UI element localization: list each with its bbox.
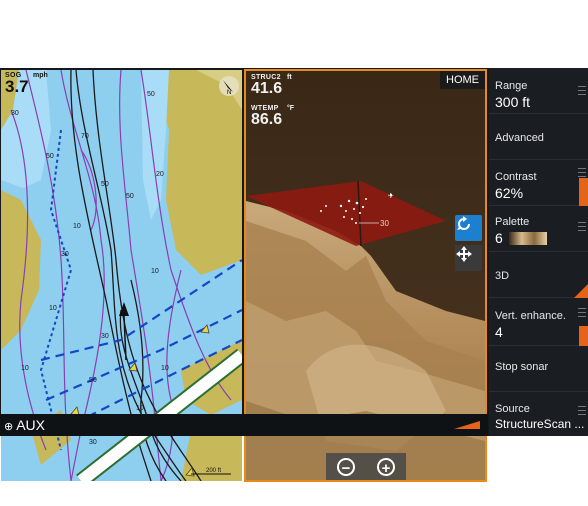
svg-text:N: N (227, 90, 231, 96)
contrast-value: 62% (495, 185, 524, 201)
depth-sounding: 10 (73, 223, 81, 230)
depth-sounding: 50 (126, 193, 134, 200)
aux-source[interactable]: ⊕ AUX (4, 417, 45, 433)
palette-title: Palette (495, 216, 530, 228)
scale-label: 200 ft (206, 468, 221, 474)
slider-grip-icon (578, 308, 586, 317)
north-arrow-icon: N (219, 76, 239, 96)
depth-sounding: 10 (21, 365, 29, 372)
water-temp-value: 86.6 (251, 111, 283, 128)
device-screen: N 50 30 70 50 20 50 50 10 30 10 10 30 50 10 10 30 10 200… (0, 68, 588, 482)
pan-view-button[interactable] (455, 245, 482, 271)
move-arrows-icon (456, 246, 472, 262)
menu-item-source[interactable]: Source StructureScan ... (489, 392, 588, 436)
depth-sounding: 10 (136, 405, 144, 412)
menu-item-palette[interactable]: Palette 6 (489, 206, 588, 252)
range-title: Range (495, 80, 528, 92)
depth-sounding: 30 (61, 251, 69, 258)
sonar-menu: Range 300 ft Advanced Contrast 62% Palet… (489, 68, 588, 436)
zoom-controls: − + (326, 453, 406, 480)
menu-item-range[interactable]: Range 300 ft (489, 68, 588, 114)
vert-enhance-indicator (579, 326, 588, 346)
depth-sounding: 50 (101, 181, 109, 188)
sog-readout: SOG mph 3.7 (5, 72, 48, 96)
depth-sounding: 10 (49, 305, 57, 312)
depth-sounding: 50 (89, 377, 97, 384)
depth-readout: STRUC2 ft 41.6 (251, 74, 292, 97)
depth-sounding: 30 (89, 439, 97, 446)
input-source-icon: ⊕ (4, 421, 14, 433)
depth-sounding: 30 (101, 333, 109, 340)
menu-item-vert-enhance[interactable]: Vert. enhance. 4 (489, 298, 588, 346)
stop-sonar-label: Stop sonar (495, 361, 549, 373)
depth-sounding: 10 (151, 268, 159, 275)
volume-level-icon (454, 421, 480, 429)
rotate-view-button[interactable] (455, 215, 482, 241)
depth-unit: ft (287, 74, 292, 81)
fish-depth-label: 30 (380, 219, 389, 228)
slider-grip-icon (578, 222, 586, 231)
depth-sounding: 10 (161, 365, 169, 372)
menu-item-contrast[interactable]: Contrast 62% (489, 160, 588, 206)
3d-label: 3D (495, 270, 510, 282)
home-button[interactable]: HOME (440, 71, 485, 89)
depth-sounding: 50 (46, 153, 54, 160)
sog-unit: mph (33, 72, 48, 79)
slider-grip-icon (578, 406, 586, 415)
depth-sounding: 70 (81, 133, 89, 140)
contrast-title: Contrast (495, 171, 537, 183)
water-temp-readout: WTEMP °F 86.6 (251, 105, 294, 128)
slider-grip-icon (578, 168, 586, 177)
palette-swatch (509, 232, 547, 245)
rotate-icon (457, 216, 470, 230)
zoom-in-button[interactable]: + (377, 457, 395, 477)
zoom-out-button[interactable]: − (337, 457, 355, 477)
depth-value: 41.6 (251, 80, 283, 97)
menu-item-3d[interactable]: 3D (489, 252, 588, 298)
toggle-indicator-icon (574, 284, 588, 298)
palette-value: 6 (495, 230, 503, 246)
contrast-level-indicator (579, 178, 588, 206)
status-bar: ⊕ AUX (0, 414, 488, 436)
range-value: 300 ft (495, 94, 531, 110)
source-value: StructureScan ... (495, 417, 585, 431)
slider-grip-icon (578, 86, 586, 95)
sog-value: 3.7 (5, 77, 29, 96)
menu-item-advanced[interactable]: Advanced (489, 114, 588, 160)
svg-text:✈: ✈ (388, 193, 394, 200)
vert-enhance-value: 4 (495, 324, 503, 340)
advanced-label: Advanced (495, 132, 544, 144)
aux-label: AUX (16, 417, 46, 433)
depth-sounding: 50 (147, 91, 155, 98)
depth-sounding: 30 (11, 110, 19, 117)
menu-item-stop-sonar[interactable]: Stop sonar (489, 346, 588, 392)
water-temp-unit: °F (287, 105, 295, 112)
depth-sounding: 20 (156, 171, 164, 178)
vert-enhance-title: Vert. enhance. (495, 310, 566, 322)
source-title: Source (495, 403, 530, 415)
